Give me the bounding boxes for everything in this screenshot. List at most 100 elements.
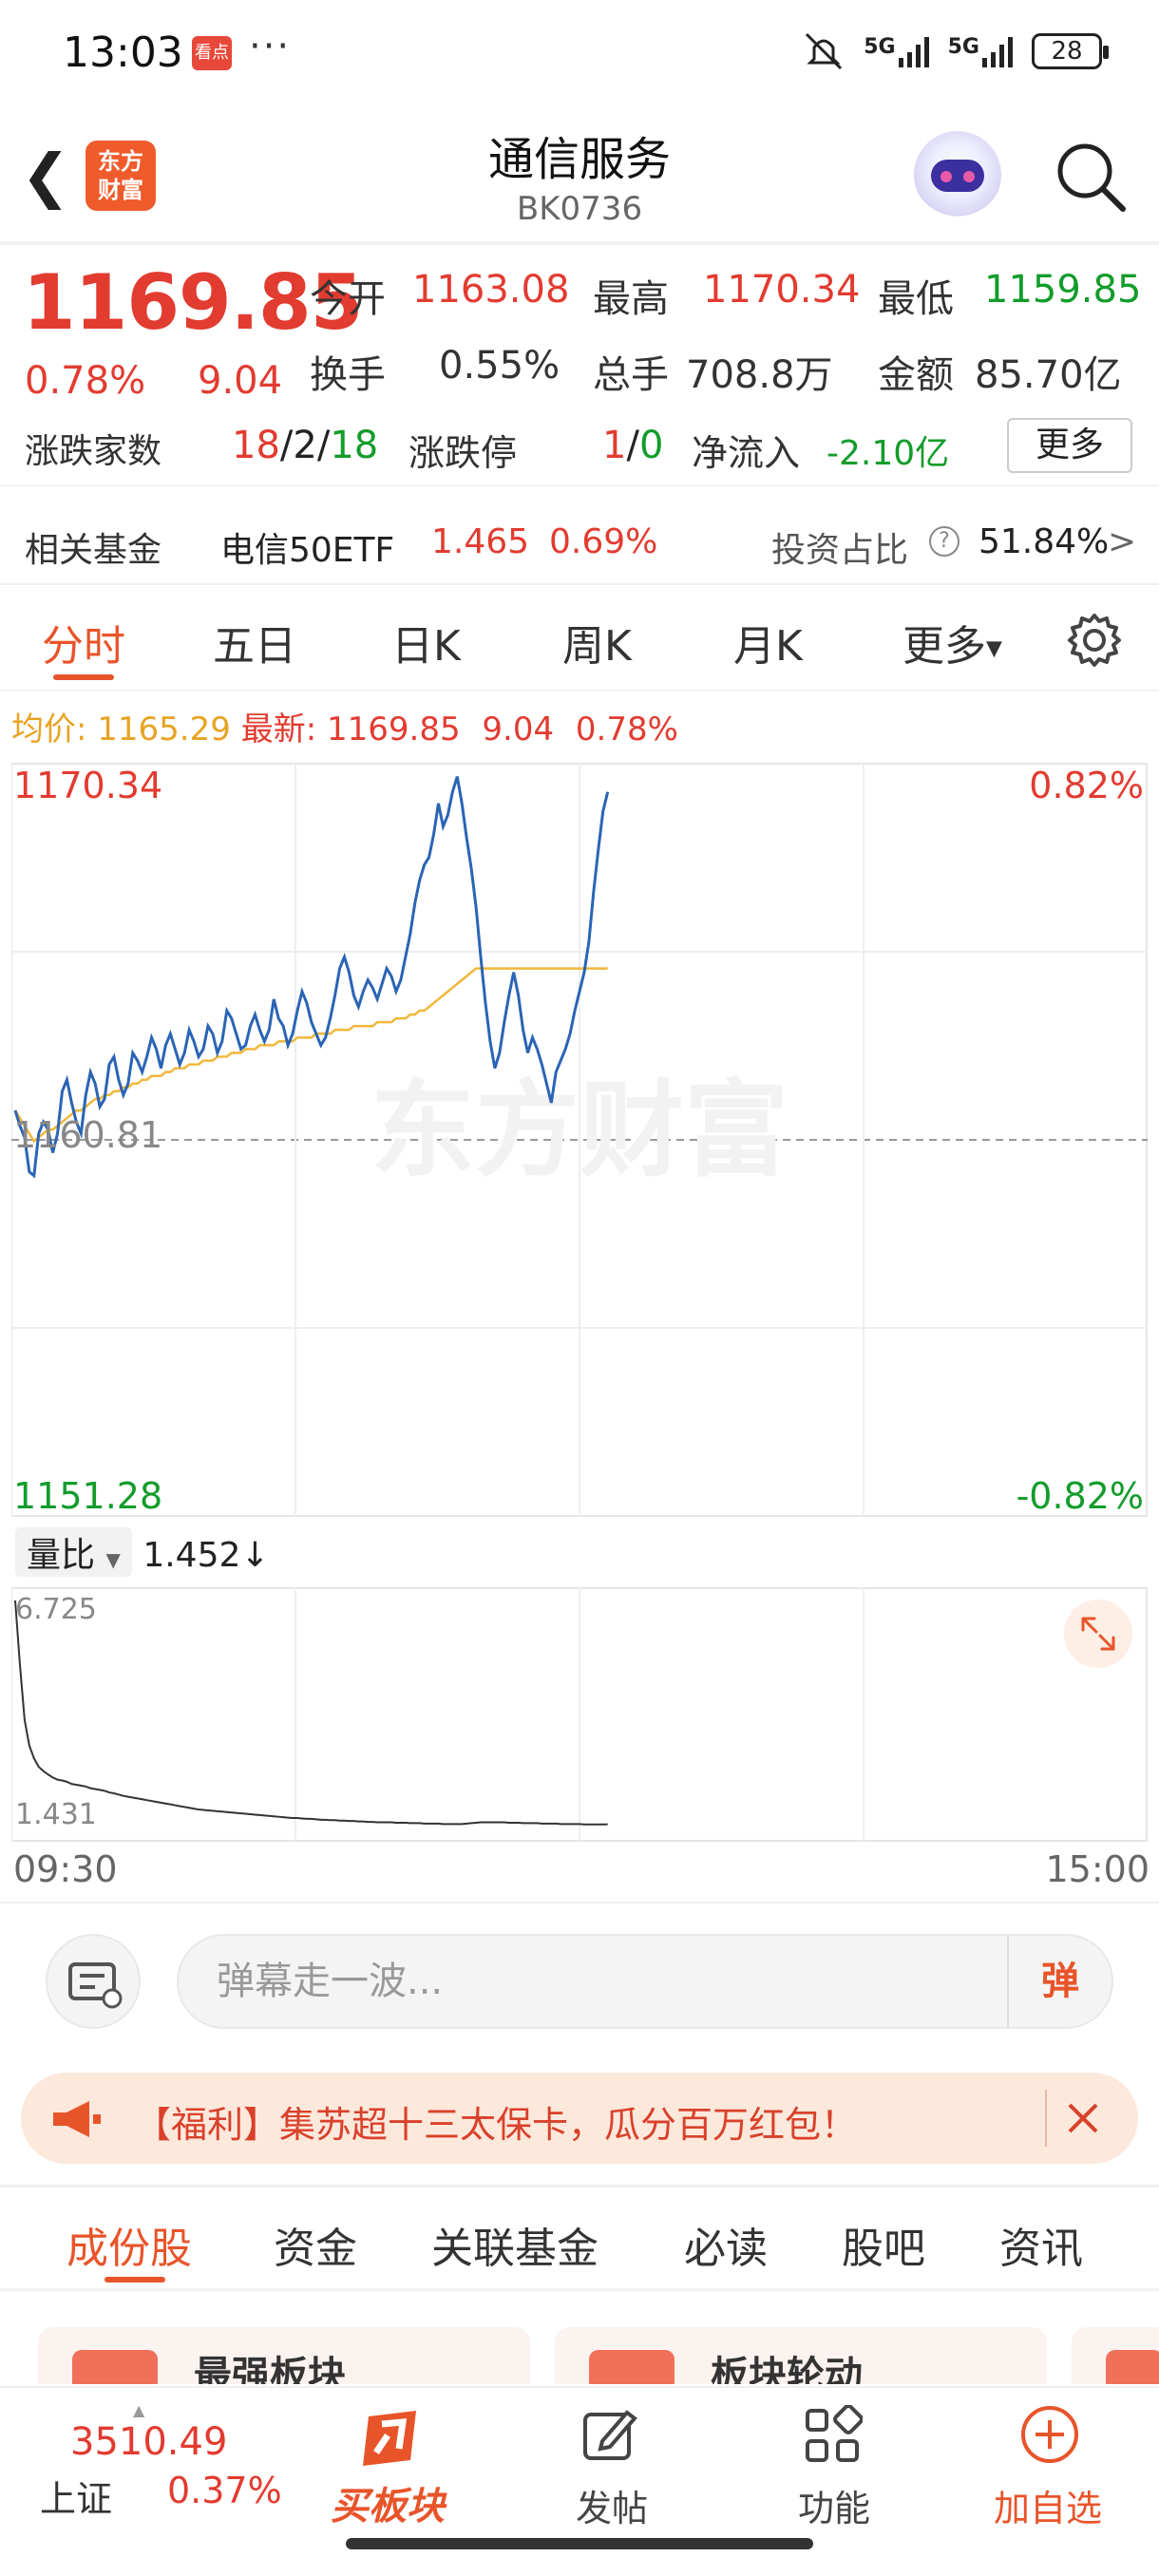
chevron-right-icon: > [1108,522,1137,561]
feature-cards: 最强板块 板块轮动 [0,2299,1159,2384]
settings-gear-icon[interactable] [1064,610,1125,671]
ratio-value: 51.84% [978,522,1110,561]
chart-tabs: 分时 五日 日K 周K 月K 更多▼ [0,593,1159,690]
legend-pct: 0.78% [575,710,678,748]
vol-tick-top: 6.725 [15,1593,97,1626]
card-icon [1106,2350,1159,2384]
tab-must-read[interactable]: 必读 [684,2214,768,2275]
tab-weekly-k[interactable]: 周K [562,612,632,672]
close-icon[interactable] [1064,2099,1102,2137]
tab-intraday[interactable]: 分时 [42,612,125,672]
card-sector-rotation[interactable]: 板块轮动 [555,2327,1047,2384]
promo-banner[interactable]: 【福利】集苏超十三太保卡，瓜分百万红包！ [21,2073,1138,2164]
volume-ratio-line [14,1600,608,1826]
card-icon [589,2350,674,2384]
index-pct: 0.37% [167,2470,282,2511]
edit-icon [583,2410,637,2460]
index-name: 上证 [40,2478,113,2520]
card-icon [72,2350,158,2384]
fund-price: 1.465 [431,522,530,561]
promo-text: 【福利】集苏超十三太保卡，瓜分百万红包！ [135,2104,858,2146]
turnover-value: 0.55% [439,344,560,388]
tab-monthly-k[interactable]: 月K [733,612,803,672]
grid-icon [806,2405,863,2462]
y-tick-mid: 1160.81 [13,1114,162,1156]
status-bar: 13:03 看点 ··· 5G 5G 28 [0,0,1159,112]
function-button[interactable]: 功能 [773,2388,897,2530]
low-value: 1159.85 [984,268,1142,312]
tab-forum[interactable]: 股吧 [842,2214,925,2275]
index-value: 3510.49 [70,2420,228,2464]
danmaku-settings-icon[interactable] [46,1934,141,2029]
avg-label: 均价: [11,710,87,748]
help-icon[interactable]: ? [929,526,960,557]
plus-circle-icon [1021,2406,1078,2463]
netflow-label: 净流入 [692,432,801,474]
pct-tick-top: 0.82% [1029,765,1144,806]
limit-values: 1/0 [602,424,664,467]
volume-label: 总手 [593,353,669,397]
search-icon[interactable] [1053,139,1129,215]
mute-icon [806,32,843,70]
more-button[interactable]: 更多 [1007,418,1132,473]
buy-sector-button[interactable]: 买板块 [321,2388,454,2530]
add-watchlist-button[interactable]: 加自选 [978,2388,1121,2530]
chart-legend: 均价: 1165.29 最新: 1169.85 9.04 0.78% [11,703,678,749]
signal-icon-2: 5G [948,35,1015,67]
pct-tick-bottom: -0.82% [1016,1475,1144,1517]
breadth-values: 18/2/18 [232,424,379,467]
battery-icon: 28 [1032,33,1109,69]
fund-label: 相关基金 [25,531,162,570]
change-pct: 0.78% [25,359,146,403]
change-value: 9.04 [198,359,283,403]
danmaku-send-button[interactable]: 弹 [1007,1936,1112,2027]
card-strongest-sector[interactable]: 最强板块 [38,2327,530,2384]
volume-ratio-value: 1.452 [142,1536,241,1575]
intraday-chart[interactable]: 东方财富 1170.34 1160.81 1151.28 0.82% -0.82… [11,758,1148,1522]
post-button[interactable]: 发帖 [551,2388,674,2530]
tab-components[interactable]: 成份股 [66,2214,192,2275]
legend-change: 9.04 [482,710,555,748]
card-more[interactable] [1072,2327,1159,2384]
last-label: 最新: [240,710,317,748]
avg-value: 1165.29 [97,710,231,748]
divider [0,583,1159,585]
divider [0,484,1159,486]
home-indicator [346,2538,813,2549]
open-value: 1163.08 [412,268,570,312]
divider [1045,2090,1047,2147]
megaphone-icon [53,2101,101,2137]
y-tick-top: 1170.34 [13,765,162,806]
tab-news[interactable]: 资讯 [999,2214,1083,2275]
danmaku-input[interactable]: 弹幕走一波... 弹 [177,1934,1113,2029]
breadth-label: 涨跌家数 [25,432,162,471]
volume-value: 708.8万 [686,353,833,397]
volume-ratio-header: 量比 ▼ 1.452↓ [15,1527,270,1577]
assistant-robot-icon[interactable] [914,131,1001,218]
volume-ratio-chart[interactable]: 6.725 1.431 [11,1586,1148,1843]
header: ❮ 东方 财富 通信服务 BK0736 [0,112,1159,245]
time-end: 15:00 [1045,1848,1150,1890]
tab-related-funds[interactable]: 关联基金 [431,2214,598,2275]
last-value: 1169.85 [326,710,461,748]
tab-more[interactable]: 更多▼ [902,612,1002,672]
ratio-label: 投资占比 [771,531,909,570]
down-arrow-icon: ↓ [240,1536,270,1575]
index-ticker[interactable]: ▲ 3510.49 上证 0.37% [0,2388,304,2530]
fund-pct: 0.69% [549,522,658,561]
divider [0,241,1159,245]
card-title: 最强板块 [194,2354,346,2384]
status-time: 13:03 [63,28,183,77]
related-fund-row[interactable]: 相关基金 电信50ETF 1.465 0.69% 投资占比 ? 51.84% > [0,494,1159,589]
expand-icon[interactable] [1064,1600,1132,1668]
tab-daily-k[interactable]: 日K [391,612,461,672]
tab-funds-flow[interactable]: 资金 [274,2214,357,2275]
signal-icon: 5G [864,35,930,67]
limit-label: 涨跌停 [408,432,518,474]
status-more: ··· [249,25,292,68]
netflow-value: -2.10亿 [826,434,950,473]
volume-ratio-selector[interactable]: 量比 ▼ [15,1527,132,1577]
high-label: 最高 [593,277,669,321]
tab-five-day[interactable]: 五日 [213,612,296,672]
quote-panel: 1169.85 0.78% 9.04 今开 1163.08 最高 1170.34… [0,249,1159,486]
